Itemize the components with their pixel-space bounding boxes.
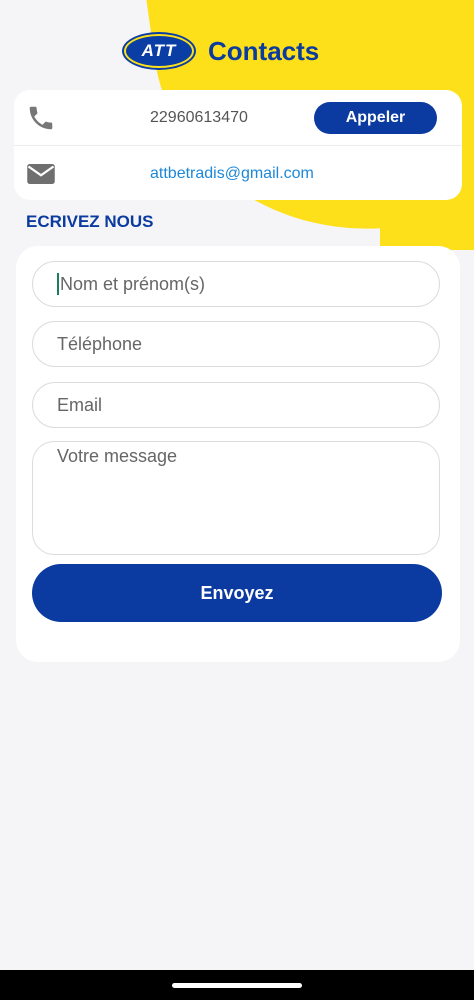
message-field[interactable]: Votre message xyxy=(32,441,440,555)
email-field[interactable]: Email xyxy=(32,382,440,428)
name-field[interactable]: Nom et prénom(s) xyxy=(32,261,440,307)
home-handle[interactable] xyxy=(172,983,302,988)
send-button[interactable]: Envoyez xyxy=(32,564,442,622)
text-cursor xyxy=(57,273,59,295)
mail-icon xyxy=(26,159,56,189)
email-row: attbetradis@gmail.com xyxy=(14,146,462,201)
call-button[interactable]: Appeler xyxy=(314,102,437,134)
phone-icon xyxy=(26,103,56,133)
att-logo: ATT xyxy=(124,34,194,68)
header: ATT Contacts xyxy=(124,34,319,68)
section-title: ECRIVEZ NOUS xyxy=(26,212,154,231)
phone-number: 22960613470 xyxy=(150,108,248,126)
phone-field[interactable]: Téléphone xyxy=(32,321,440,367)
phone-row: 22960613470 Appeler xyxy=(14,90,462,146)
email-link[interactable]: attbetradis@gmail.com xyxy=(150,165,314,183)
phone-placeholder: Téléphone xyxy=(57,333,143,354)
contact-card: 22960613470 Appeler attbetradis@gmail.co… xyxy=(14,90,462,200)
email-placeholder: Email xyxy=(57,394,103,415)
message-placeholder: Votre message xyxy=(57,446,178,466)
page-title: Contacts xyxy=(208,35,320,66)
contact-form: Nom et prénom(s) Téléphone Email Votre m… xyxy=(16,246,460,662)
name-placeholder: Nom et prénom(s) xyxy=(60,273,206,294)
